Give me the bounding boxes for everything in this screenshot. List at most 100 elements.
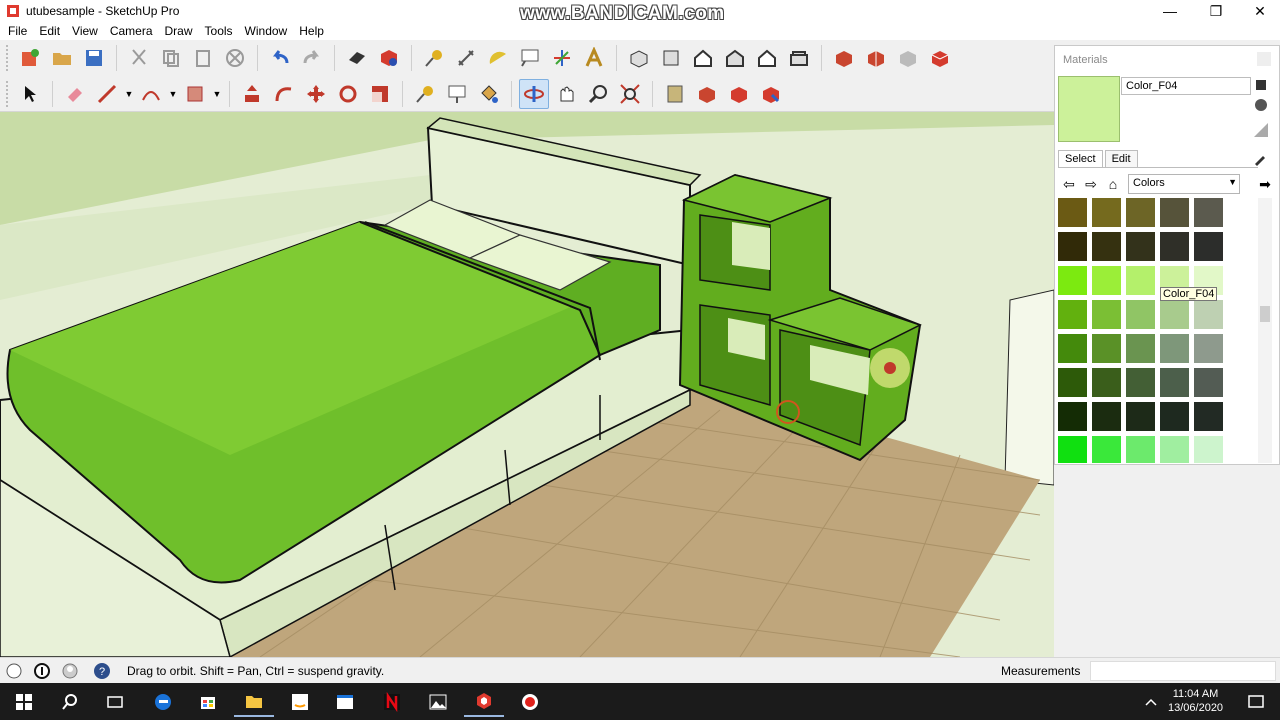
menu-camera[interactable]: Camera (104, 24, 159, 38)
push-pull-icon[interactable] (237, 79, 267, 109)
color-swatch[interactable] (1058, 232, 1087, 261)
paste-icon[interactable] (188, 43, 218, 73)
components-icon[interactable] (724, 79, 754, 109)
zoom-icon[interactable] (583, 79, 613, 109)
model-info-icon[interactable] (374, 43, 404, 73)
rotate-icon[interactable] (333, 79, 363, 109)
copy-icon[interactable] (156, 43, 186, 73)
warehouse-icon[interactable] (692, 79, 722, 109)
color-swatch[interactable] (1194, 300, 1223, 329)
amazon-icon[interactable] (280, 686, 320, 717)
tab-edit[interactable]: Edit (1104, 150, 1138, 167)
undo-icon[interactable] (265, 43, 295, 73)
zoom-extents-icon[interactable] (615, 79, 645, 109)
home-icon[interactable]: ⌂ (1102, 175, 1124, 193)
line-dropdown-icon[interactable]: ▼ (123, 89, 135, 99)
create-material-icon[interactable] (1253, 77, 1269, 93)
color-swatch[interactable] (1092, 232, 1121, 261)
pan-icon[interactable] (551, 79, 581, 109)
offset-icon[interactable] (410, 79, 440, 109)
color-swatch[interactable] (1092, 300, 1121, 329)
menu-edit[interactable]: Edit (33, 24, 66, 38)
color-swatch[interactable] (1194, 436, 1223, 463)
color-swatch[interactable] (1058, 300, 1087, 329)
menu-view[interactable]: View (66, 24, 104, 38)
redo-icon[interactable] (297, 43, 327, 73)
color-swatch[interactable] (1126, 300, 1155, 329)
system-clock[interactable]: 11:04 AM 13/06/2020 (1168, 687, 1223, 715)
color-swatch[interactable] (1058, 334, 1087, 363)
color-swatch[interactable] (1058, 436, 1087, 463)
color-swatch[interactable] (1126, 198, 1155, 227)
sample-paint-icon[interactable] (1253, 150, 1269, 166)
photos-icon[interactable] (418, 686, 458, 717)
collection-select[interactable]: Colors ▼ (1128, 174, 1240, 194)
share-model-icon[interactable] (861, 43, 891, 73)
follow-me-icon[interactable] (269, 79, 299, 109)
menu-draw[interactable]: Draw (159, 24, 199, 38)
arc-icon[interactable] (136, 79, 166, 109)
color-swatch[interactable] (1126, 266, 1155, 295)
open-icon[interactable] (47, 43, 77, 73)
material-name-field[interactable]: Color_F04 (1121, 77, 1251, 95)
color-swatch[interactable] (1126, 232, 1155, 261)
model-viewport[interactable] (0, 112, 1054, 657)
paint-bucket-icon[interactable] (474, 79, 504, 109)
orbit-icon[interactable] (519, 78, 549, 109)
credits-icon[interactable] (33, 662, 51, 680)
panel-close-icon[interactable] (1257, 52, 1271, 66)
color-swatch[interactable] (1092, 402, 1121, 431)
menu-tools[interactable]: Tools (199, 24, 239, 38)
menu-window[interactable]: Window (239, 24, 294, 38)
extension-warehouse-icon[interactable] (925, 43, 955, 73)
duplicate-material-icon[interactable] (1253, 97, 1269, 113)
color-swatch[interactable] (1160, 334, 1189, 363)
tab-select[interactable]: Select (1058, 150, 1103, 167)
chevron-up-icon[interactable] (1136, 686, 1166, 717)
color-swatch[interactable] (1092, 266, 1121, 295)
color-swatch[interactable] (1126, 402, 1155, 431)
color-swatch[interactable] (1126, 368, 1155, 397)
color-swatch[interactable] (1058, 198, 1087, 227)
measurements-input[interactable] (1090, 661, 1276, 681)
move-icon[interactable] (301, 79, 331, 109)
color-swatch[interactable] (1092, 334, 1121, 363)
netflix-icon[interactable] (372, 686, 412, 717)
color-swatch[interactable] (1058, 266, 1087, 295)
search-icon[interactable] (50, 686, 90, 717)
menu-help[interactable]: Help (293, 24, 330, 38)
arc-dropdown-icon[interactable]: ▼ (167, 89, 179, 99)
forward-arrow-icon[interactable]: ⇨ (1080, 175, 1102, 193)
color-swatch[interactable] (1092, 368, 1121, 397)
windows-start-icon[interactable] (4, 686, 44, 717)
warehouse-icon[interactable] (829, 43, 859, 73)
default-material-icon[interactable] (1253, 122, 1269, 138)
text-icon[interactable] (515, 43, 545, 73)
print-icon[interactable] (342, 43, 372, 73)
components-icon[interactable] (893, 43, 923, 73)
color-swatch[interactable] (1126, 436, 1155, 463)
minimize-button[interactable]: — (1148, 0, 1192, 22)
axes-icon[interactable] (547, 43, 577, 73)
dimension-icon[interactable] (451, 43, 481, 73)
previous-view-icon[interactable] (660, 79, 690, 109)
color-swatch[interactable] (1160, 368, 1189, 397)
scale-icon[interactable] (365, 79, 395, 109)
sketchup-icon[interactable] (464, 686, 504, 717)
color-swatch[interactable] (1126, 334, 1155, 363)
user-account-icon[interactable] (61, 662, 79, 680)
tape-measure-icon[interactable] (419, 43, 449, 73)
color-swatch[interactable] (1160, 198, 1189, 227)
erase-icon[interactable] (220, 43, 250, 73)
front-view-icon[interactable] (688, 43, 718, 73)
3d-text-icon[interactable] (579, 43, 609, 73)
color-swatch[interactable] (1194, 402, 1223, 431)
swatch-scrollbar[interactable] (1258, 198, 1272, 463)
save-icon[interactable] (79, 43, 109, 73)
task-view-icon[interactable] (95, 686, 135, 717)
color-swatch[interactable] (1194, 232, 1223, 261)
help-icon[interactable]: ? (93, 662, 111, 680)
color-swatch[interactable] (1092, 198, 1121, 227)
color-swatch[interactable] (1160, 232, 1189, 261)
right-view-icon[interactable] (720, 43, 750, 73)
